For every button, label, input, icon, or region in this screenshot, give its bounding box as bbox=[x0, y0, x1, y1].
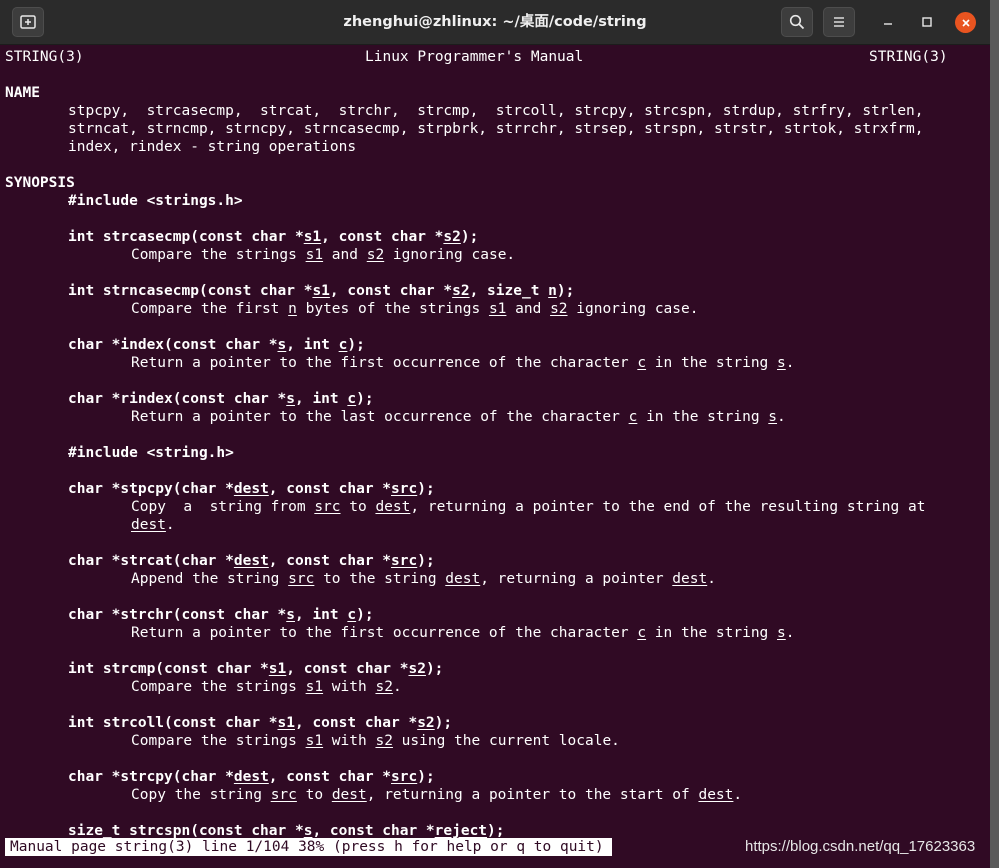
signature-strcmp: int strcmp(const char *s1, const char *s… bbox=[68, 661, 444, 677]
close-icon bbox=[961, 18, 970, 27]
description-index: Return a pointer to the first occurrence… bbox=[131, 355, 795, 371]
signature-strcpy: char *strcpy(char *dest, const char *src… bbox=[68, 769, 435, 785]
description-stpcpy-cont: dest. bbox=[131, 517, 175, 533]
minimize-icon bbox=[884, 23, 892, 25]
description-stpcpy: Copy a string from src to dest, returnin… bbox=[131, 499, 926, 515]
minimize-button[interactable] bbox=[878, 12, 898, 32]
maximize-button[interactable] bbox=[917, 12, 937, 32]
hamburger-menu-icon bbox=[834, 17, 844, 27]
description-strcat: Append the string src to the string dest… bbox=[131, 571, 716, 587]
include-string-h: #include <string.h> bbox=[68, 445, 234, 461]
name-line: index, rindex - string operations bbox=[68, 139, 357, 155]
terminal-view[interactable]: STRING(3) Linux Programmer's Manual STRI… bbox=[0, 45, 990, 868]
pager-status-line: Manual page string(3) line 1/104 38% (pr… bbox=[5, 838, 612, 856]
background-window-edge bbox=[990, 0, 999, 868]
man-header-left: STRING(3) bbox=[5, 49, 84, 65]
signature-strncasecmp: int strncasecmp(const char *s1, const ch… bbox=[68, 283, 575, 299]
description-strncasecmp: Compare the first n bytes of the strings… bbox=[131, 301, 699, 317]
description-strcoll: Compare the strings s1 with s2 using the… bbox=[131, 733, 620, 749]
description-rindex: Return a pointer to the last occurrence … bbox=[131, 409, 786, 425]
search-button[interactable] bbox=[781, 7, 813, 37]
description-strchr: Return a pointer to the first occurrence… bbox=[131, 625, 795, 641]
description-strcmp: Compare the strings s1 with s2. bbox=[131, 679, 402, 695]
signature-strcat: char *strcat(char *dest, const char *src… bbox=[68, 553, 435, 569]
description-strcasecmp: Compare the strings s1 and s2 ignoring c… bbox=[131, 247, 516, 263]
signature-stpcpy: char *stpcpy(char *dest, const char *src… bbox=[68, 481, 435, 497]
section-heading-name: NAME bbox=[5, 85, 40, 101]
signature-rindex: char *rindex(const char *s, int c); bbox=[68, 391, 374, 407]
signature-strcoll: int strcoll(const char *s1, const char *… bbox=[68, 715, 453, 731]
maximize-icon bbox=[922, 17, 932, 27]
menu-button[interactable] bbox=[823, 7, 855, 37]
signature-index: char *index(const char *s, int c); bbox=[68, 337, 365, 353]
section-heading-synopsis: SYNOPSIS bbox=[5, 175, 75, 191]
search-icon bbox=[789, 14, 805, 30]
name-line: stpcpy, strcasecmp, strcat, strchr, strc… bbox=[68, 103, 924, 119]
signature-strcasecmp: int strcasecmp(const char *s1, const cha… bbox=[68, 229, 479, 245]
description-strcpy: Copy the string src to dest, returning a… bbox=[131, 787, 743, 803]
watermark: https://blog.csdn.net/qq_17623363 bbox=[745, 838, 976, 855]
close-button[interactable] bbox=[955, 12, 976, 33]
window-titlebar: zhenghui@zhlinux: ~/桌面/code/string bbox=[0, 0, 990, 45]
signature-strchr: char *strchr(const char *s, int c); bbox=[68, 607, 374, 623]
name-line: strncat, strncmp, strncpy, strncasecmp, … bbox=[68, 121, 924, 137]
man-header-right: STRING(3) bbox=[869, 49, 948, 65]
include-strings-h: #include <strings.h> bbox=[68, 193, 243, 209]
man-header-center: Linux Programmer's Manual bbox=[365, 49, 584, 65]
